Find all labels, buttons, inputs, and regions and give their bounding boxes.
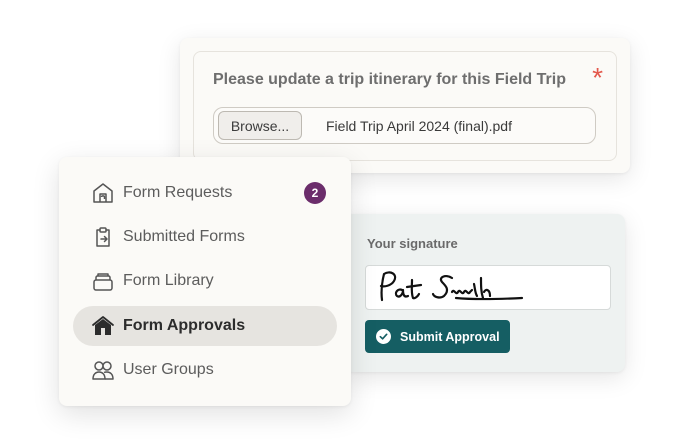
sidebar-item-label: Form Library bbox=[123, 272, 214, 289]
sidebar-item-form-requests[interactable]: Form Requests 2 bbox=[73, 173, 337, 213]
sidebar-item-label: Form Requests bbox=[123, 184, 233, 201]
upload-question-title: Please update a trip itinerary for this … bbox=[213, 71, 566, 88]
notification-badge: 2 bbox=[304, 182, 326, 204]
sidebar-item-user-groups[interactable]: User Groups bbox=[73, 350, 337, 390]
signature-label: Your signature bbox=[367, 236, 458, 251]
handwritten-signature bbox=[379, 271, 524, 302]
submit-approval-button[interactable]: Submit Approval bbox=[365, 320, 510, 353]
selected-file-name: Field Trip April 2024 (final).pdf bbox=[326, 118, 512, 134]
file-upload-panel: Please update a trip itinerary for this … bbox=[193, 51, 617, 161]
required-marker: * bbox=[592, 62, 603, 93]
sidebar-item-form-library[interactable]: Form Library bbox=[73, 261, 337, 301]
signature-field[interactable] bbox=[365, 265, 611, 310]
sidebar-item-label: Form Approvals bbox=[123, 317, 246, 334]
home-icon bbox=[91, 314, 115, 338]
sidebar-item-label: Submitted Forms bbox=[123, 228, 245, 245]
sidebar-item-form-approvals[interactable]: Form Approvals bbox=[73, 306, 337, 346]
check-circle-icon bbox=[376, 329, 391, 344]
users-icon bbox=[91, 358, 115, 382]
inbox-home-icon bbox=[91, 181, 115, 205]
upload-card: Please update a trip itinerary for this … bbox=[180, 38, 630, 173]
signature-card: Your signature Submit Approval bbox=[345, 214, 625, 372]
submit-approval-label: Submit Approval bbox=[400, 329, 500, 344]
browse-button[interactable]: Browse... bbox=[218, 111, 302, 140]
file-input[interactable]: Browse... Field Trip April 2024 (final).… bbox=[213, 107, 596, 144]
sidebar-item-label: User Groups bbox=[123, 361, 214, 378]
stack-icon bbox=[91, 269, 115, 293]
clipboard-export-icon bbox=[91, 225, 115, 249]
sidebar-menu: Form Requests 2 Submitted Forms Form Lib… bbox=[59, 157, 351, 406]
sidebar-item-submitted-forms[interactable]: Submitted Forms bbox=[73, 217, 337, 257]
